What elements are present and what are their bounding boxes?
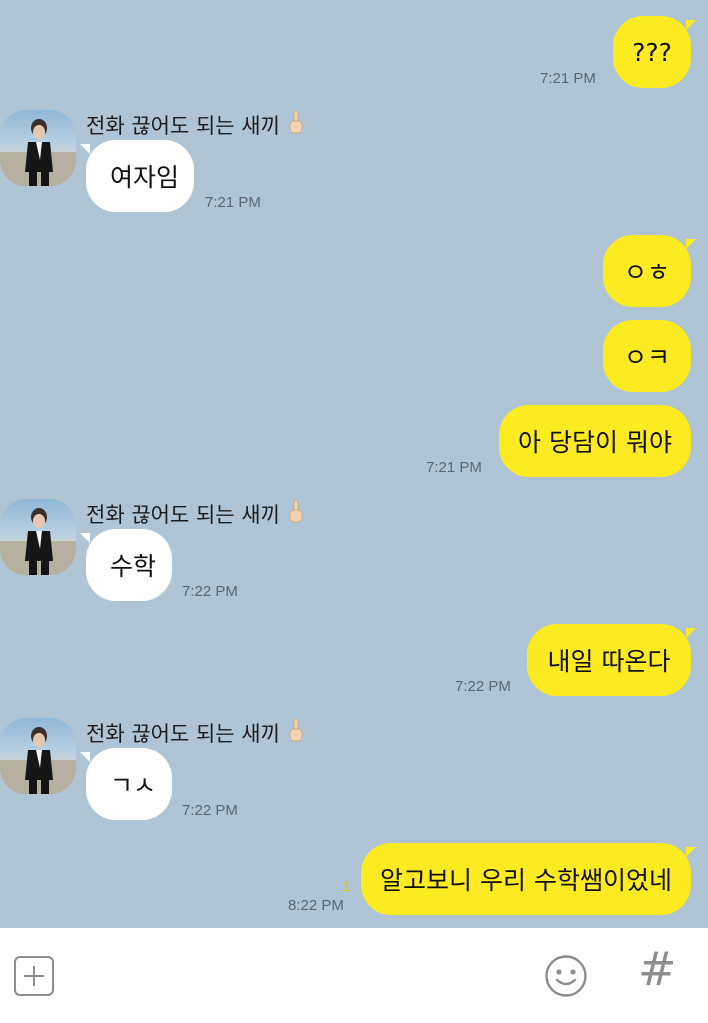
my-message-bubble[interactable]: 알고보니 우리 수학쌤이었네 bbox=[361, 843, 691, 915]
contact-name: 전화 끊어도 되는 새끼 bbox=[86, 499, 304, 529]
bubble-tail bbox=[686, 20, 696, 30]
message-text: ??? bbox=[632, 37, 672, 67]
message-time: 7:22 PM bbox=[182, 583, 238, 600]
contact-name: 전화 끊어도 되는 새끼 bbox=[86, 718, 304, 748]
hashtag-icon[interactable]: # bbox=[638, 946, 677, 992]
bubble-tail bbox=[80, 752, 90, 762]
message-time: 8:22 PM bbox=[288, 897, 344, 914]
message-text: ㅇㅎ bbox=[623, 258, 670, 287]
bubble-tail bbox=[80, 533, 90, 543]
contact-name: 전화 끊어도 되는 새끼 bbox=[86, 110, 304, 140]
message-time: 7:21 PM bbox=[426, 459, 482, 476]
bubble-tail bbox=[686, 847, 696, 857]
chat-area[interactable]: ??? 7:21 PM 전화 끊어도 되는 새끼 여자임 7:21 PM ㅇㅎ … bbox=[0, 0, 708, 928]
message-text: ㅇㅋ bbox=[623, 343, 670, 372]
message-time: 7:22 PM bbox=[455, 678, 511, 695]
message-text: 알고보니 우리 수학쌤이었네 bbox=[380, 866, 672, 895]
message-text: ㄱㅅ bbox=[110, 771, 157, 800]
middle-finger-emoji-icon bbox=[288, 110, 304, 140]
my-message-bubble[interactable]: ??? bbox=[613, 16, 691, 88]
bubble-tail bbox=[686, 239, 696, 249]
message-text: 여자임 bbox=[110, 163, 180, 192]
their-message-bubble[interactable]: 여자임 bbox=[86, 140, 194, 212]
message-time: 7:21 PM bbox=[540, 70, 596, 87]
contact-avatar[interactable] bbox=[0, 718, 76, 794]
emoji-icon[interactable] bbox=[544, 954, 588, 1002]
message-text: 수학 bbox=[110, 552, 157, 581]
message-text: 내일 따온다 bbox=[547, 647, 671, 676]
my-message-bubble[interactable]: ㅇㅋ bbox=[603, 320, 691, 392]
bubble-tail bbox=[686, 628, 696, 638]
plus-icon[interactable] bbox=[14, 956, 54, 996]
my-message-bubble[interactable]: 아 당담이 뭐야 bbox=[499, 405, 691, 477]
message-text: 아 당담이 뭐야 bbox=[518, 428, 672, 457]
middle-finger-emoji-icon bbox=[288, 718, 304, 748]
middle-finger-emoji-icon bbox=[288, 499, 304, 529]
their-message-bubble[interactable]: 수학 bbox=[86, 529, 172, 601]
message-time: 7:21 PM bbox=[205, 194, 261, 211]
my-message-bubble[interactable]: 내일 따온다 bbox=[527, 624, 691, 696]
their-message-bubble[interactable]: ㄱㅅ bbox=[86, 748, 172, 820]
message-time: 7:22 PM bbox=[182, 802, 238, 819]
input-bar bbox=[0, 928, 708, 1023]
contact-avatar[interactable] bbox=[0, 110, 76, 186]
bubble-tail bbox=[80, 144, 90, 154]
contact-avatar[interactable] bbox=[0, 499, 76, 575]
my-message-bubble[interactable]: ㅇㅎ bbox=[603, 235, 691, 307]
unread-count: 1 bbox=[343, 878, 351, 894]
